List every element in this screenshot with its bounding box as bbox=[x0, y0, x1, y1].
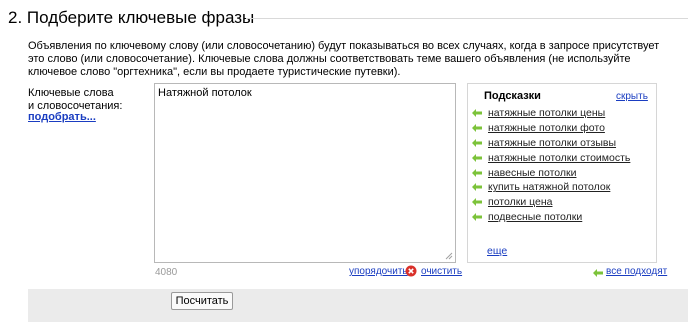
hint-label[interactable]: натяжные потолки цены bbox=[488, 107, 605, 119]
arrow-left-icon[interactable] bbox=[472, 212, 482, 221]
hint-item[interactable]: купить натяжной потолок bbox=[472, 180, 630, 195]
clear-link[interactable]: очистить bbox=[421, 266, 462, 277]
hint-label[interactable]: навесные потолки bbox=[488, 167, 576, 179]
order-link[interactable]: упорядочить bbox=[349, 266, 408, 277]
hint-item[interactable]: натяжные потолки фото bbox=[472, 121, 630, 136]
hint-item[interactable]: потолки цена bbox=[472, 195, 630, 210]
hint-label[interactable]: потолки цена bbox=[488, 196, 552, 208]
keywords-textarea[interactable] bbox=[154, 83, 456, 263]
char-counter: 4080 bbox=[155, 267, 178, 278]
all-fit-link[interactable]: все подходят bbox=[606, 266, 667, 277]
hint-item[interactable]: натяжные потолки отзывы bbox=[472, 136, 630, 151]
close-circle-icon[interactable] bbox=[405, 265, 417, 277]
arrow-left-icon[interactable] bbox=[593, 269, 603, 277]
keywords-label-line1: Ключевые слова bbox=[28, 87, 114, 99]
arrow-left-icon[interactable] bbox=[472, 109, 482, 118]
arrow-left-icon[interactable] bbox=[472, 183, 482, 192]
hint-label[interactable]: подвесные потолки bbox=[488, 211, 582, 223]
hints-title: Подсказки bbox=[484, 90, 541, 102]
pick-keywords-link[interactable]: подобрать... bbox=[28, 111, 96, 123]
arrow-left-icon[interactable] bbox=[472, 124, 482, 133]
keywords-label: Ключевые слова и словосочетания: bbox=[28, 87, 138, 113]
more-hints-link[interactable]: еще bbox=[487, 245, 507, 257]
keywords-textarea-value: Натяжной потолок bbox=[158, 87, 252, 99]
hint-item[interactable]: навесные потолки bbox=[472, 165, 630, 180]
hint-label[interactable]: натяжные потолки фото bbox=[488, 122, 605, 134]
calculate-button[interactable]: Посчитать bbox=[171, 292, 233, 310]
hints-list: натяжные потолки цены натяжные потолки ф… bbox=[472, 106, 630, 224]
hide-hints-link[interactable]: скрыть bbox=[616, 91, 648, 102]
section-divider bbox=[246, 18, 688, 19]
section-title: 2. Подберите ключевые фразы bbox=[8, 8, 255, 27]
arrow-left-icon[interactable] bbox=[472, 198, 482, 207]
resize-grip-icon[interactable] bbox=[445, 252, 453, 260]
hint-label[interactable]: натяжные потолки стоимость bbox=[488, 152, 630, 164]
arrow-left-icon[interactable] bbox=[472, 153, 482, 162]
hint-label[interactable]: натяжные потолки отзывы bbox=[488, 137, 616, 149]
bottom-action-bar bbox=[28, 289, 688, 322]
arrow-left-icon[interactable] bbox=[472, 168, 482, 177]
hint-item[interactable]: подвесные потолки bbox=[472, 210, 630, 225]
hint-item[interactable]: натяжные потолки цены bbox=[472, 106, 630, 121]
arrow-left-icon[interactable] bbox=[472, 138, 482, 147]
hint-item[interactable]: натяжные потолки стоимость bbox=[472, 150, 630, 165]
hint-label[interactable]: купить натяжной потолок bbox=[488, 181, 610, 193]
section-description: Объявления по ключевому слову (или слово… bbox=[28, 40, 660, 78]
